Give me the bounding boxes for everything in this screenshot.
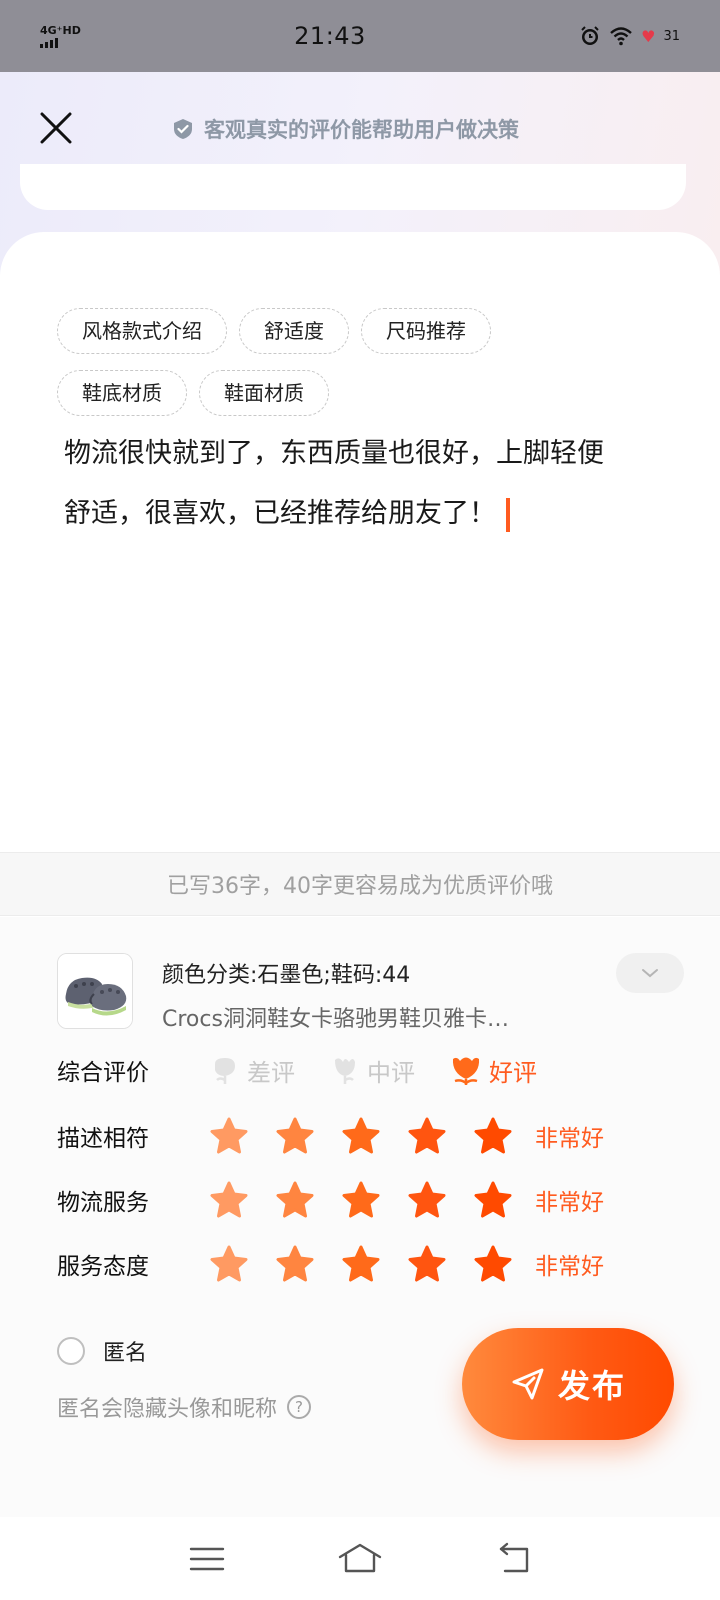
clog-shoe-image — [58, 954, 132, 1028]
star-group — [209, 1116, 513, 1156]
menu-icon — [189, 1547, 224, 1570]
anonymous-row: 匿名 — [57, 1335, 147, 1367]
publish-label: 发布 — [557, 1367, 626, 1405]
word-count-hint: 已写36字，40字更容易成为优质评价哦 — [167, 874, 553, 899]
rating-row-service: 服务态度 非常好 — [57, 1239, 697, 1289]
menu-button[interactable] — [185, 1537, 229, 1581]
anonymous-label: 匿名 — [103, 1341, 148, 1366]
tag-comfort[interactable]: 舒适度 — [239, 308, 349, 354]
star-icon[interactable] — [473, 1116, 513, 1156]
star-icon[interactable] — [473, 1180, 513, 1220]
anonymous-hint-text: 匿名会隐藏头像和昵称 — [57, 1397, 278, 1422]
home-icon — [338, 1543, 382, 1572]
tag-upper[interactable]: 鞋面材质 — [199, 370, 329, 416]
tag-list: 风格款式介绍 舒适度 尺码推荐 鞋底材质 鞋面材质 — [57, 308, 657, 432]
close-icon — [40, 112, 72, 144]
star-icon[interactable] — [209, 1180, 249, 1220]
star-icon[interactable] — [473, 1244, 513, 1284]
option-bad-label: 差评 — [247, 1058, 295, 1087]
option-good[interactable]: 好评 — [449, 1053, 537, 1088]
previous-card — [20, 164, 686, 210]
star-icon[interactable] — [209, 1244, 249, 1284]
flower-outline-icon — [215, 1058, 235, 1084]
rating-panel: 颜色分类:石墨色;鞋码:44 Crocs洞洞鞋女卡骆驰男鞋贝雅卡… 综合评价 差… — [0, 917, 720, 1517]
star-icon[interactable] — [407, 1180, 447, 1220]
star-icon[interactable] — [407, 1244, 447, 1284]
product-name: Crocs洞洞鞋女卡骆驰男鞋贝雅卡… — [162, 1007, 509, 1032]
text-caret — [506, 497, 510, 532]
heart-icon: ♥ — [641, 26, 656, 46]
rating-label: 物流服务 — [57, 1190, 149, 1216]
star-group — [209, 1180, 513, 1220]
star-icon[interactable] — [341, 1244, 381, 1284]
network-type: 4G⁺HD — [40, 23, 81, 37]
option-bad[interactable]: 差评 — [209, 1053, 295, 1088]
back-icon — [500, 1542, 529, 1572]
chevron-down-icon — [642, 969, 658, 978]
home-button[interactable] — [338, 1537, 382, 1581]
battery-level: 31 — [663, 28, 680, 44]
rating-label: 描述相符 — [57, 1126, 149, 1152]
system-nav-bar — [0, 1517, 720, 1600]
tag-style[interactable]: 风格款式介绍 — [57, 308, 227, 354]
review-line-with-caret: 舒适，很喜欢，已经推荐给朋友了！ — [64, 484, 664, 544]
status-icons: ♥ 31 — [540, 25, 680, 47]
star-icon[interactable] — [275, 1116, 315, 1156]
star-icon[interactable] — [209, 1116, 249, 1156]
tulip-icon — [452, 1057, 480, 1085]
star-icon[interactable] — [341, 1116, 381, 1156]
overall-label: 综合评价 — [57, 1060, 149, 1086]
review-line: 物流很快就到了，东西质量也很好，上脚轻便 — [64, 438, 604, 469]
overall-rating-row: 综合评价 差评 中评 好评 — [57, 1045, 697, 1095]
star-icon[interactable] — [275, 1180, 315, 1220]
word-count-strip: 已写36字，40字更容易成为优质评价哦 — [0, 852, 720, 916]
product-spec: 颜色分类:石墨色;鞋码:44 — [162, 963, 411, 988]
review-textarea[interactable]: 物流很快就到了，东西质量也很好，上脚轻便 舒适，很喜欢，已经推荐给朋友了！ — [64, 424, 664, 544]
star-icon[interactable] — [407, 1116, 447, 1156]
verified-shield-icon — [174, 119, 192, 139]
signal-indicator: 4G⁺HD — [40, 25, 120, 48]
rating-row-description: 描述相符 非常好 — [57, 1111, 697, 1161]
alarm-icon — [581, 26, 599, 45]
review-line: 舒适，很喜欢，已经推荐给朋友了！ — [64, 498, 496, 529]
send-icon — [512, 1368, 544, 1400]
tag-size[interactable]: 尺码推荐 — [361, 308, 491, 354]
flower-outline-icon — [335, 1058, 355, 1084]
rating-level: 非常好 — [535, 1254, 604, 1280]
signal-icon — [40, 37, 58, 48]
tag-sole[interactable]: 鞋底材质 — [57, 370, 187, 416]
close-button[interactable] — [36, 108, 76, 148]
back-button[interactable] — [491, 1537, 535, 1581]
rating-level: 非常好 — [535, 1190, 604, 1216]
option-good-label: 好评 — [489, 1058, 537, 1087]
status-bar: 4G⁺HD 21:43 ♥ 31 — [0, 0, 720, 72]
option-neutral[interactable]: 中评 — [329, 1053, 415, 1088]
option-neutral-label: 中评 — [367, 1058, 415, 1087]
review-hint: 客观真实的评价能帮助用户做决策 — [172, 114, 519, 144]
help-icon[interactable]: ? — [287, 1395, 312, 1419]
publish-button[interactable]: 发布 — [462, 1328, 674, 1440]
star-group — [209, 1244, 513, 1284]
rating-row-logistics: 物流服务 非常好 — [57, 1175, 697, 1225]
anonymous-radio[interactable] — [57, 1337, 85, 1365]
rating-level: 非常好 — [535, 1126, 604, 1152]
anonymous-hint: 匿名会隐藏头像和昵称 ? — [57, 1391, 312, 1423]
rating-label: 服务态度 — [57, 1254, 149, 1280]
hint-text: 客观真实的评价能帮助用户做决策 — [204, 118, 519, 142]
product-image — [57, 953, 133, 1029]
star-icon[interactable] — [341, 1180, 381, 1220]
wifi-icon — [610, 27, 632, 46]
expand-product-button[interactable] — [616, 953, 684, 993]
clock: 21:43 — [294, 22, 366, 50]
review-card: 风格款式介绍 舒适度 尺码推荐 鞋底材质 鞋面材质 物流很快就到了，东西质量也很好，上… — [0, 232, 720, 852]
star-icon[interactable] — [275, 1244, 315, 1284]
